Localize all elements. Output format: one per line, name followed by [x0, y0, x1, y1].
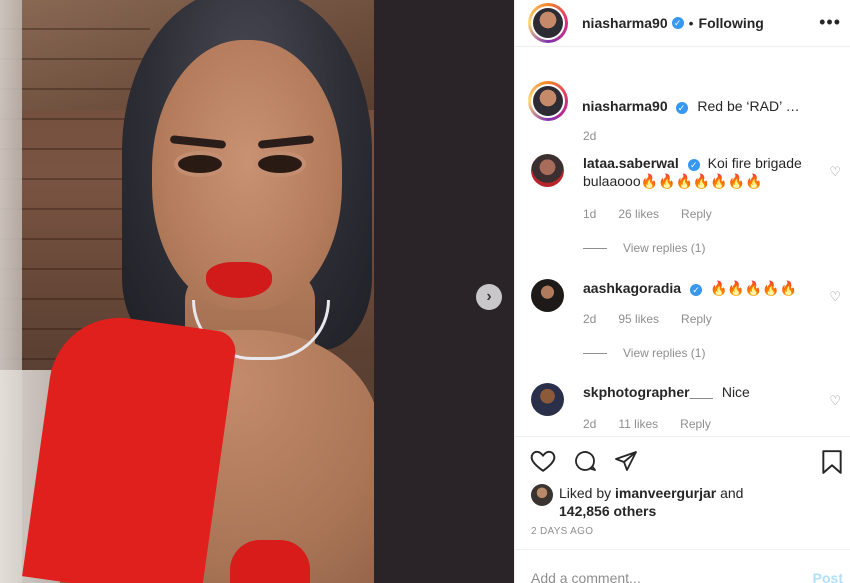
caption-text: Red be ‘RAD’ … — [697, 98, 800, 114]
verified-badge-icon: ✓ — [687, 159, 700, 171]
view-replies-button[interactable]: View replies (1) — [583, 241, 705, 255]
post-timestamp[interactable]: 2 DAYS AGO — [531, 526, 593, 537]
commenter-avatar[interactable] — [531, 154, 564, 187]
commenter-avatar[interactable] — [531, 279, 564, 312]
paper-plane-icon[interactable] — [613, 449, 639, 478]
comment-likes[interactable]: 11 likes — [618, 417, 658, 431]
comments-list[interactable]: niasharma90 ✓ Red be ‘RAD’ … 2d lataa.sa… — [515, 69, 850, 436]
view-replies-label: View replies (1) — [623, 346, 706, 360]
likes-others-link[interactable]: 142,856 others — [559, 503, 656, 519]
caption-avatar[interactable] — [528, 81, 568, 121]
liker-username[interactable]: imanveergurjar — [615, 485, 716, 501]
separator-dot: • — [688, 15, 694, 31]
reply-button[interactable]: Reply — [681, 312, 712, 326]
chevron-right-icon: › — [486, 288, 492, 305]
add-comment-bar: Add a comment... Post — [515, 549, 850, 583]
comment-like-heart-icon[interactable]: ♡ — [829, 289, 841, 305]
post-header: niasharma90 ✓ • Following ••• — [515, 0, 850, 47]
more-options-icon[interactable]: ••• — [819, 12, 841, 33]
post-actions-bar — [515, 436, 850, 486]
commenter-username[interactable]: skphotographer___ — [583, 384, 713, 400]
liked-by-prefix: Liked by — [559, 485, 612, 501]
comment-icon[interactable] — [572, 449, 598, 478]
following-button[interactable]: Following — [699, 15, 764, 31]
post-comment-button[interactable]: Post — [813, 570, 843, 583]
commenter-avatar[interactable] — [531, 383, 564, 416]
comment-time[interactable]: 2d — [583, 312, 596, 326]
comment-time[interactable]: 2d — [583, 417, 596, 431]
comment-likes[interactable]: 26 likes — [618, 207, 659, 221]
verified-badge-icon: ✓ — [675, 102, 688, 114]
verified-badge-icon: ✓ — [671, 17, 684, 29]
post-media[interactable]: › — [0, 0, 514, 583]
author-avatar[interactable] — [528, 3, 568, 43]
post-photo — [0, 0, 374, 583]
author-username[interactable]: niasharma90 — [582, 15, 668, 31]
view-replies-button[interactable]: View replies (1) — [583, 346, 705, 360]
comment-like-heart-icon[interactable]: ♡ — [829, 393, 841, 409]
view-replies-label: View replies (1) — [623, 241, 706, 255]
commenter-username[interactable]: lataa.saberwal — [583, 155, 679, 171]
post-details-panel: niasharma90 ✓ • Following ••• niasharma9… — [514, 0, 850, 583]
comment-time[interactable]: 1d — [583, 207, 596, 221]
comment-likes[interactable]: 95 likes — [618, 312, 659, 326]
caption-time[interactable]: 2d — [583, 129, 596, 143]
comment-input[interactable]: Add a comment... — [531, 570, 641, 583]
caption-username[interactable]: niasharma90 — [582, 98, 668, 114]
commenter-username[interactable]: aashkagoradia — [583, 280, 681, 296]
verified-badge-icon: ✓ — [690, 284, 703, 296]
bookmark-icon[interactable] — [821, 449, 843, 480]
liker-avatar[interactable] — [531, 484, 553, 506]
heart-icon[interactable] — [530, 449, 556, 478]
liked-by-connector: and — [720, 485, 744, 501]
comment-like-heart-icon[interactable]: ♡ — [829, 164, 841, 180]
reply-button[interactable]: Reply — [681, 207, 712, 221]
comment-text: Nice — [721, 384, 750, 400]
reply-button[interactable]: Reply — [680, 417, 711, 431]
next-photo-button[interactable]: › — [476, 284, 502, 310]
comment-text: 🔥🔥🔥🔥🔥 — [709, 280, 798, 296]
